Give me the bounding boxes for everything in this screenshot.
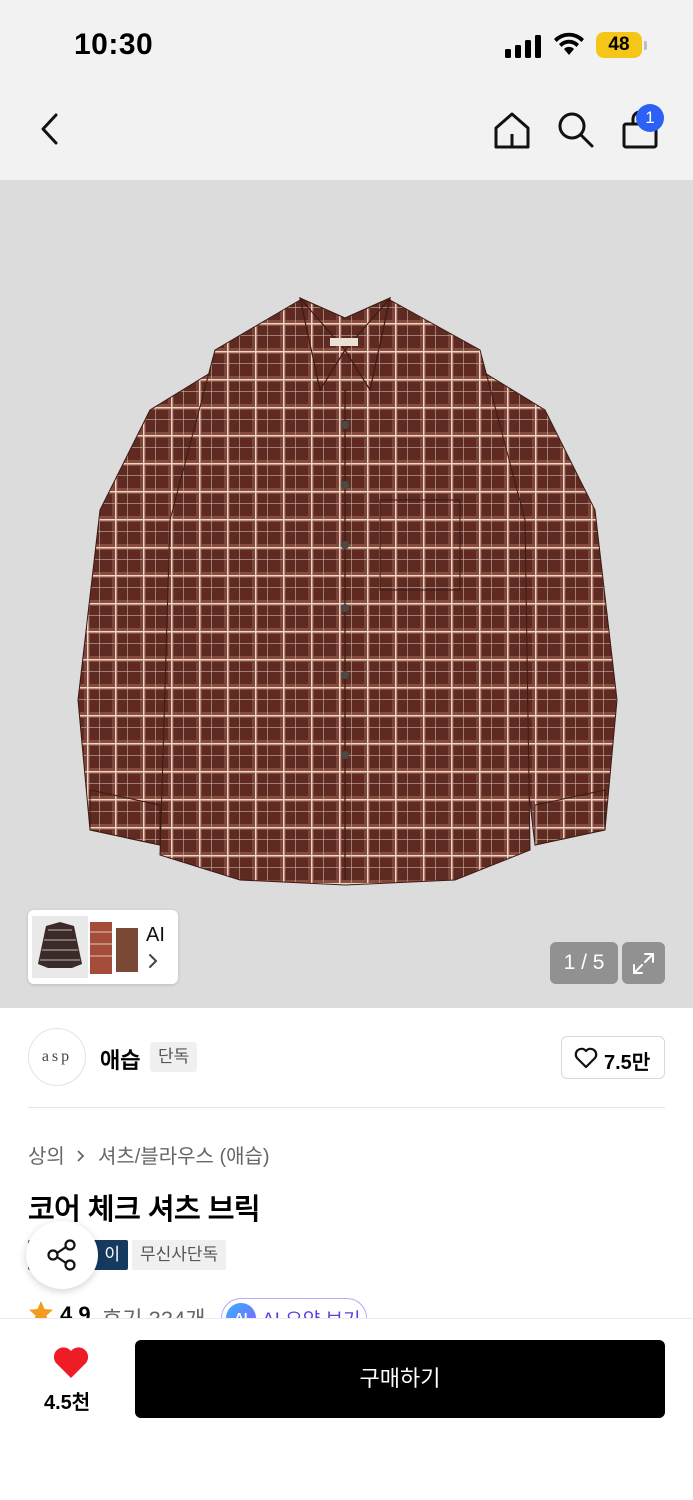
cellular-signal-icon [505,34,543,58]
exclusive-tag: 단독 [150,1042,198,1072]
ai-summary-label: AI 요약 보기 [262,1305,360,1318]
chevron-right-icon [76,1146,86,1169]
brand-like-count: 7.5만 [604,1052,651,1074]
product-image[interactable] [0,180,693,1008]
breadcrumb: 상의 셔츠/블라우스 (애습) [28,1140,270,1169]
brand-logo[interactable]: asp [28,1028,86,1086]
cart-count-badge: 1 [636,104,664,132]
ai-label: AI [146,924,165,946]
battery-level: 48 [596,32,642,58]
star-icon [29,1301,53,1318]
ai-icon: AI [226,1303,256,1318]
ai-summary-button[interactable]: AI AI 요약 보기 [221,1298,367,1318]
thumbnail-image [32,916,138,978]
expand-icon [633,953,654,974]
product-tag: 무신사단독 [132,1240,227,1270]
divider [28,1107,665,1108]
battery-icon: 48 [596,32,648,58]
status-bar: 10:30 48 [0,0,693,90]
wish-count: 4.5천 [44,1392,91,1414]
rating-score: 4.9 [60,1302,91,1318]
chevron-right-icon [149,954,158,968]
expand-button[interactable] [622,942,665,984]
brand-like-button[interactable]: 7.5만 [561,1036,665,1079]
buy-button[interactable]: 구매하기 [135,1340,665,1418]
thumbnail-strip[interactable]: AI [28,910,178,984]
back-icon[interactable] [36,112,66,146]
rating-row: 4.9 후기 334개 AI AI 요약 보기 [28,1298,688,1318]
heart-outline-icon [574,1047,598,1069]
heart-filled-icon[interactable] [52,1346,90,1380]
breadcrumb-item[interactable]: 셔츠/블라우스 (애습) [98,1146,270,1168]
brand-name[interactable]: 애습 [100,1043,140,1075]
status-time: 10:30 [74,28,154,61]
share-icon [47,1239,76,1271]
home-icon[interactable] [492,110,532,150]
share-button[interactable] [26,1221,98,1289]
shirt-illustration [77,296,618,886]
wifi-icon [554,32,584,55]
image-counter: 1 / 5 [550,942,618,984]
review-count-link[interactable]: 후기 334개 [102,1302,206,1318]
breadcrumb-item[interactable]: 상의 [28,1146,65,1168]
search-icon[interactable] [556,110,596,150]
